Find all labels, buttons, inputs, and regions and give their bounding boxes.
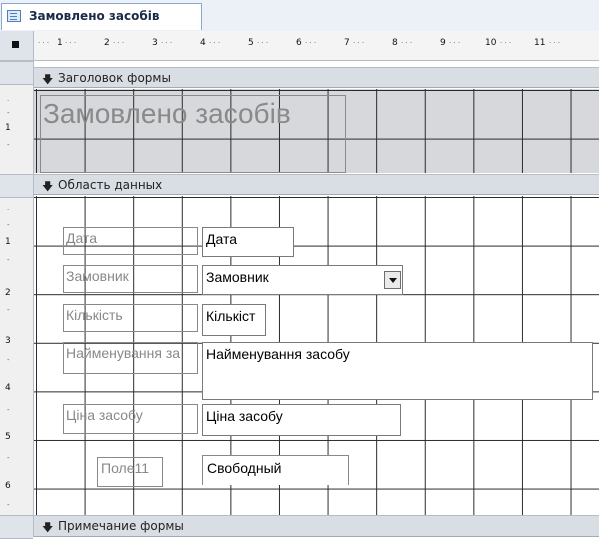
dropdown-arrow-icon[interactable]	[384, 271, 401, 289]
price-textbox[interactable]: Ціна засобу	[202, 404, 401, 436]
ruler-number: 9	[440, 38, 446, 48]
date-textbox[interactable]: Дата	[202, 227, 294, 257]
section-arrow-icon: 🡇	[42, 180, 54, 193]
section-bar-form-header[interactable]: 🡇 Заголовок формы	[34, 67, 599, 88]
item-name-textbox[interactable]: Найменування засобу	[202, 342, 593, 400]
ruler-number: 5	[248, 38, 254, 48]
ruler-number: 8	[392, 38, 398, 48]
price-label[interactable]: Ціна засобу	[63, 404, 198, 434]
horizontal-ruler: · · · 1 · · · 2 · · · 3 · · · 4 · · · 5 …	[34, 31, 599, 61]
ruler-number: 5	[5, 432, 11, 442]
form-selector[interactable]	[0, 31, 34, 61]
header-section-ruler-bar	[0, 61, 33, 85]
quantity-label[interactable]: Кількість	[63, 304, 198, 332]
ruler-number: 11	[534, 38, 546, 48]
customer-combobox-value: Замовник	[206, 269, 269, 285]
ruler-number: 3	[5, 336, 11, 346]
ruler-number: 6	[296, 38, 302, 48]
section-bar-form-footer[interactable]: 🡇 Примечание формы	[34, 515, 599, 537]
ruler-number: 10	[485, 38, 497, 48]
ruler-number: 2	[5, 288, 11, 298]
customer-combobox[interactable]: Замовник	[202, 265, 403, 295]
ruler-number: 4	[5, 383, 11, 393]
ruler-number: 1	[5, 123, 11, 133]
date-label[interactable]: Дата	[63, 227, 198, 255]
form-selector-icon	[12, 41, 19, 48]
ruler-number: 7	[344, 38, 350, 48]
section-arrow-icon: 🡇	[42, 521, 54, 534]
section-label: Заголовок формы	[58, 71, 171, 85]
footer-section-ruler-bar	[0, 515, 33, 539]
form-title-label[interactable]: Замовлено засобів	[40, 95, 346, 173]
section-label: Область данных	[58, 178, 163, 192]
ruler-number: 1	[57, 38, 63, 48]
vertical-ruler: · - 1 - · - 1 - 2 - 3 - 4 - 5 - 6 -	[0, 61, 34, 539]
ruler-number: 4	[200, 38, 206, 48]
section-bar-detail[interactable]: 🡇 Область данных	[34, 174, 599, 195]
section-arrow-icon: 🡇	[42, 73, 54, 86]
section-label: Примечание формы	[58, 519, 184, 533]
document-tab-bar: Замовлено засобів	[0, 0, 599, 32]
detail-section-ruler-bar	[0, 174, 33, 198]
quantity-textbox[interactable]: Кількіст	[202, 304, 266, 336]
field11-textbox[interactable]: Свободный	[202, 455, 349, 485]
form-tab[interactable]: Замовлено засобів	[1, 3, 202, 30]
form-tab-title: Замовлено засобів	[29, 9, 160, 23]
field11-label[interactable]: Поле11	[97, 457, 163, 487]
customer-label[interactable]: Замовник	[63, 265, 198, 293]
ruler-number: 2	[104, 38, 110, 48]
ruler-number: 3	[152, 38, 158, 48]
item-name-label[interactable]: Найменування за	[63, 342, 198, 374]
ruler-number: 6	[5, 481, 11, 491]
ruler-number: 1	[5, 237, 11, 247]
form-icon	[7, 10, 21, 22]
